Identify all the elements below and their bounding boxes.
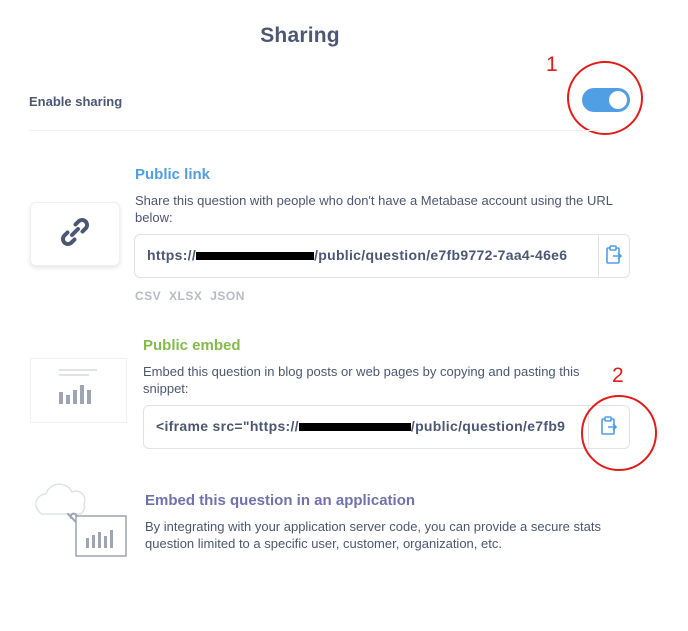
public-link-url-prefix: https:// [147,247,197,263]
divider [29,130,600,131]
public-embed-code-field[interactable]: <iframe src="https:// /public/question/e7… [143,405,630,449]
public-link-url-field[interactable]: https:// /public/question/e7fb9772-7aa4-4… [134,234,630,278]
page-title: Sharing [260,24,340,47]
redacted-hostname [298,423,411,432]
format-xlsx-link[interactable]: XLSX [169,289,202,303]
public-embed-description: Embed this question in blog posts or web… [143,364,580,396]
annotation-circle-2 [581,395,657,471]
export-formats: CSV XLSX JSON [135,289,249,303]
public-link-url-suffix: /public/question/e7fb9772-7aa4-46e6 [314,247,568,263]
app-embed-illustration [28,480,128,560]
annotation-circle-1 [567,61,643,135]
format-json-link[interactable]: JSON [210,289,245,303]
format-csv-link[interactable]: CSV [135,289,161,303]
annotation-number-1: 1 [546,53,558,76]
enable-sharing-label: Enable sharing [29,94,123,109]
public-link-illustration [30,202,120,266]
redacted-hostname [196,252,315,261]
annotation-number-2: 2 [612,364,624,387]
public-embed-illustration [30,358,127,423]
app-embed-description: By integrating with your application ser… [145,519,601,551]
copy-public-link-button[interactable] [598,235,629,277]
clipboard-icon [605,244,623,268]
embed-code-suffix: /public/question/e7fb9 [410,418,566,434]
app-embed-title[interactable]: Embed this question in an application [145,492,415,509]
link-icon [58,215,92,254]
public-link-title: Public link [135,166,211,183]
embed-code-prefix: <iframe src="https:// [156,418,299,434]
public-embed-title: Public embed [143,337,241,354]
public-link-description: Share this question with people who don'… [135,193,613,225]
